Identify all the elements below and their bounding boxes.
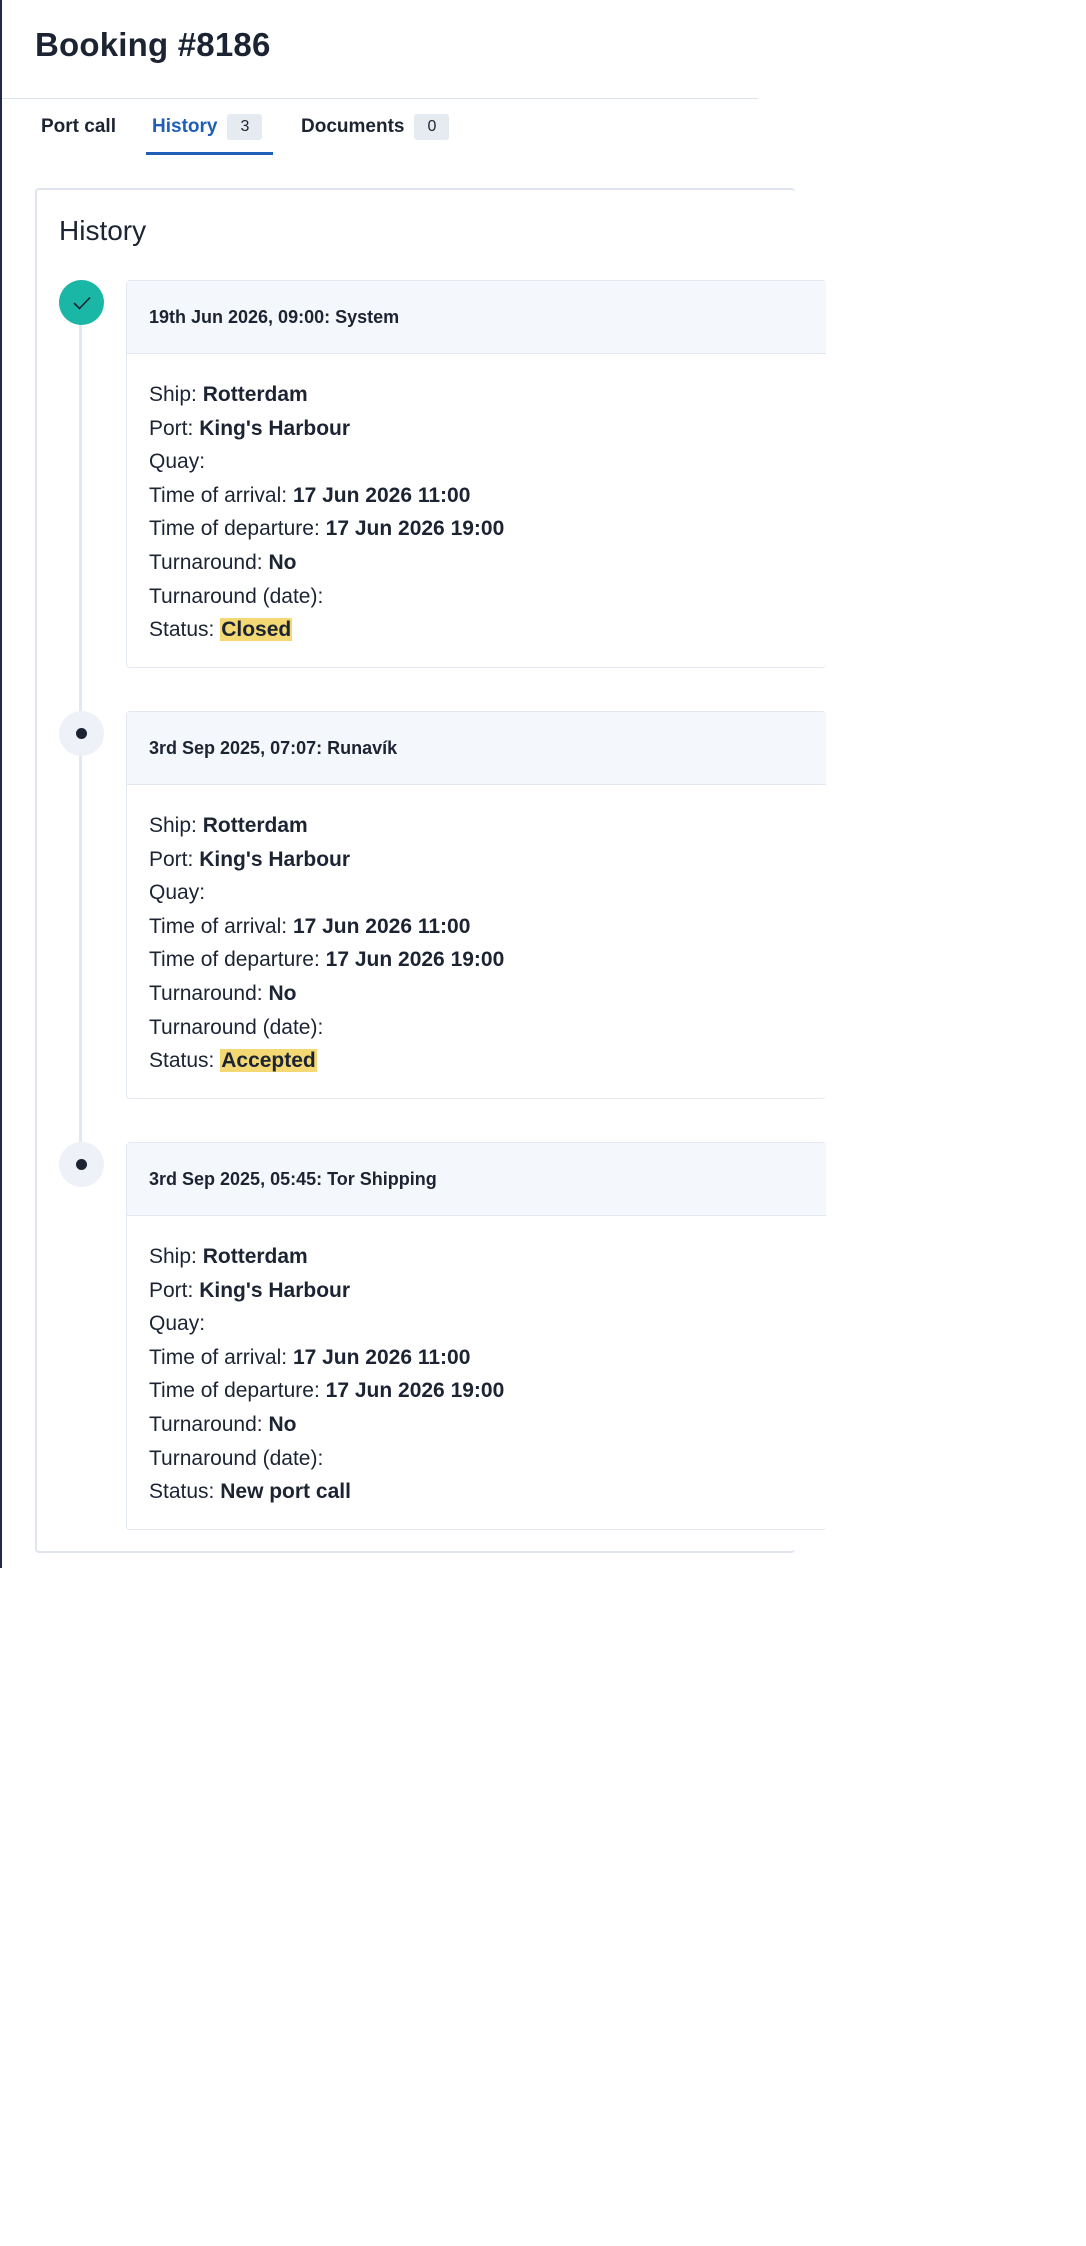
arrival-value: 17 Jun 2026 11:00 <box>292 483 471 507</box>
status-value: New port call <box>220 1480 351 1504</box>
left-border <box>0 0 2 1568</box>
tab-documents[interactable]: Documents 0 <box>301 99 450 155</box>
history-entry: 3rd Sep 2025, 07:07: Runavík Ship: Rotte… <box>126 711 826 1099</box>
quay-row: Quay: <box>149 1307 804 1341</box>
status-label: Status: <box>149 1049 215 1073</box>
turnaround-label: Turnaround: <box>149 981 263 1005</box>
tab-history[interactable]: History 3 <box>146 99 273 155</box>
tab-port-call-label: Port call <box>41 116 116 137</box>
status-badge: Closed <box>220 618 293 642</box>
history-entry: 3rd Sep 2025, 05:45: Tor Shipping Ship: … <box>126 1142 826 1530</box>
turnaround-value: No <box>268 550 297 574</box>
status-label: Status: <box>149 1480 215 1504</box>
departure-value: 17 Jun 2026 19:00 <box>325 948 505 972</box>
status-badge: Accepted <box>220 1049 317 1073</box>
arrival-label: Time of arrival: <box>149 914 288 938</box>
port-row: Port: King's Harbour <box>149 843 804 877</box>
turnaround-date-label: Turnaround (date): <box>149 1446 324 1470</box>
dot-icon <box>59 711 104 756</box>
arrival-value: 17 Jun 2026 11:00 <box>292 1345 471 1369</box>
ship-value: Rotterdam <box>202 383 308 406</box>
status-row: Status: Accepted <box>149 1044 804 1078</box>
ship-row: Ship: Rotterdam <box>149 378 804 412</box>
tab-documents-label: Documents <box>301 116 405 137</box>
status-row: Status: Closed <box>149 613 804 647</box>
port-row: Port: King's Harbour <box>149 412 804 446</box>
port-label: Port: <box>149 1278 194 1302</box>
ship-value: Rotterdam <box>202 814 308 837</box>
ship-row: Ship: Rotterdam <box>149 809 804 843</box>
ship-label: Ship: <box>149 383 197 406</box>
turnaround-date-row: Turnaround (date): <box>149 1442 804 1476</box>
history-panel: History 19th Jun 2026, 09:00: System Shi… <box>35 188 826 1553</box>
status-label: Status: <box>149 618 215 642</box>
turnaround-row: Turnaround: No <box>149 1408 804 1442</box>
page-title: Booking #8186 <box>35 26 271 63</box>
turnaround-row: Turnaround: No <box>149 546 804 580</box>
departure-value: 17 Jun 2026 19:00 <box>325 517 505 541</box>
departure-row: Time of departure: 17 Jun 2026 19:00 <box>149 943 804 977</box>
arrival-value: 17 Jun 2026 11:00 <box>292 914 471 938</box>
quay-row: Quay: <box>149 445 804 479</box>
ship-label: Ship: <box>149 814 197 837</box>
turnaround-date-label: Turnaround (date): <box>149 1015 324 1039</box>
entry-header: 19th Jun 2026, 09:00: System <box>127 281 826 354</box>
entry-header: 3rd Sep 2025, 05:45: Tor Shipping <box>127 1143 826 1216</box>
departure-value: 17 Jun 2026 19:00 <box>325 1379 505 1403</box>
departure-row: Time of departure: 17 Jun 2026 19:00 <box>149 512 804 546</box>
turnaround-value: No <box>268 1412 297 1436</box>
port-value: King's Harbour <box>199 1278 351 1302</box>
departure-label: Time of departure: <box>149 948 320 972</box>
arrival-row: Time of arrival: 17 Jun 2026 11:00 <box>149 479 804 513</box>
check-icon <box>59 280 104 325</box>
turnaround-date-row: Turnaround (date): <box>149 1011 804 1045</box>
history-entry: 19th Jun 2026, 09:00: System Ship: Rotte… <box>126 280 826 668</box>
entry-header: 3rd Sep 2025, 07:07: Runavík <box>127 712 826 785</box>
entry-body: Ship: Rotterdam Port: King's Harbour Qua… <box>127 785 826 1098</box>
turnaround-row: Turnaround: No <box>149 977 804 1011</box>
arrival-label: Time of arrival: <box>149 1345 288 1369</box>
quay-label: Quay: <box>149 450 206 474</box>
turnaround-date-label: Turnaround (date): <box>149 584 324 608</box>
turnaround-label: Turnaround: <box>149 550 263 574</box>
tab-bar: Port call History 3 Documents 0 <box>2 99 758 155</box>
turnaround-date-row: Turnaround (date): <box>149 580 804 614</box>
entry-body: Ship: Rotterdam Port: King's Harbour Qua… <box>127 354 826 667</box>
tab-history-label: History <box>152 116 218 137</box>
port-label: Port: <box>149 416 194 440</box>
turnaround-value: No <box>268 981 297 1005</box>
history-title: History <box>59 215 147 246</box>
port-value: King's Harbour <box>199 416 351 440</box>
dot-icon <box>59 1142 104 1187</box>
page-header: Booking #8186 <box>2 0 758 99</box>
arrival-label: Time of arrival: <box>149 483 288 507</box>
ship-label: Ship: <box>149 1245 197 1268</box>
arrival-row: Time of arrival: 17 Jun 2026 11:00 <box>149 1341 804 1375</box>
departure-label: Time of departure: <box>149 517 320 541</box>
tab-port-call[interactable]: Port call <box>41 99 116 155</box>
ship-row: Ship: Rotterdam <box>149 1240 804 1274</box>
port-row: Port: King's Harbour <box>149 1274 804 1308</box>
departure-label: Time of departure: <box>149 1379 320 1403</box>
quay-label: Quay: <box>149 881 206 905</box>
port-value: King's Harbour <box>199 847 351 871</box>
quay-label: Quay: <box>149 1312 206 1336</box>
tab-history-count: 3 <box>227 114 263 140</box>
entry-body: Ship: Rotterdam Port: King's Harbour Qua… <box>127 1216 826 1529</box>
status-row: Status: New port call <box>149 1475 804 1509</box>
quay-row: Quay: <box>149 876 804 910</box>
departure-row: Time of departure: 17 Jun 2026 19:00 <box>149 1374 804 1408</box>
turnaround-label: Turnaround: <box>149 1412 263 1436</box>
ship-value: Rotterdam <box>202 1245 308 1268</box>
port-label: Port: <box>149 847 194 871</box>
tab-documents-count: 0 <box>414 114 450 140</box>
arrival-row: Time of arrival: 17 Jun 2026 11:00 <box>149 910 804 944</box>
